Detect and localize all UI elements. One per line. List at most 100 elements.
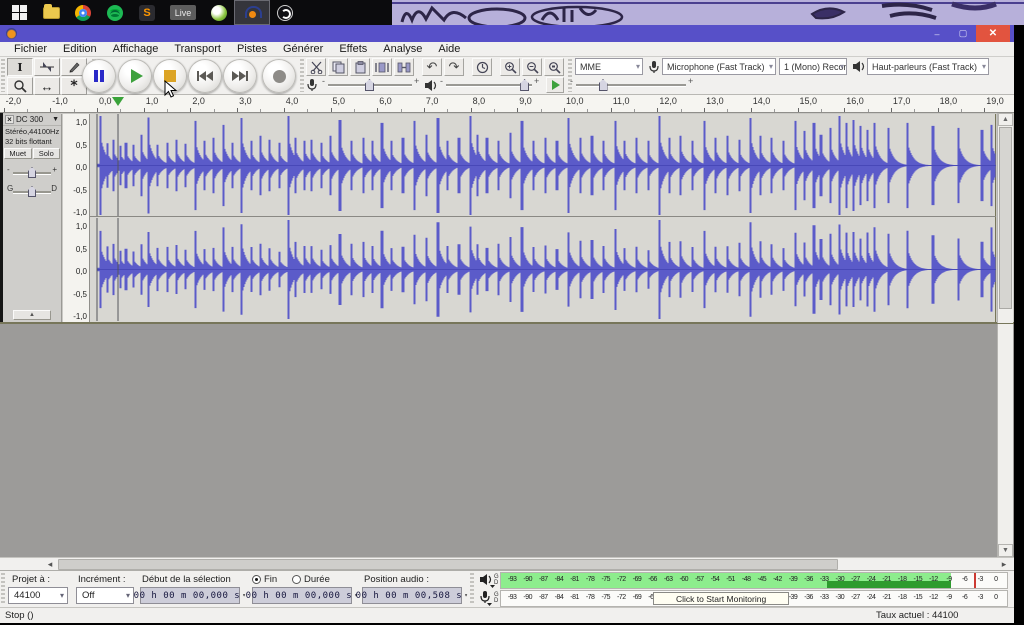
record-button[interactable] (262, 59, 296, 93)
radio-end-dot (252, 575, 261, 584)
snap-dropdown[interactable]: Off▾ (76, 587, 134, 604)
toolbar-zone: I ↔ * (0, 57, 1014, 95)
vertical-scrollbar-lower[interactable]: ▼ (997, 324, 1013, 557)
sync-lock-button[interactable] (472, 58, 492, 76)
paste-button[interactable] (350, 58, 370, 76)
edit-toolbar-grip[interactable] (300, 59, 304, 92)
scroll-down-arrow[interactable]: ▼ (998, 544, 1013, 557)
meter-scale-value: -24 (867, 594, 876, 601)
spotify-icon[interactable] (106, 4, 124, 22)
menu-item-aide[interactable]: Aide (430, 42, 468, 57)
ruler-tick (190, 108, 191, 112)
horizontal-scroll-thumb[interactable] (58, 559, 838, 570)
speed-max-label: + (688, 76, 693, 86)
play-button[interactable] (118, 59, 152, 93)
solo-button[interactable]: Solo (33, 148, 61, 159)
track-menu-caret-icon[interactable]: ▼ (52, 116, 59, 123)
waveform-zone[interactable] (90, 114, 996, 322)
input-device-dropdown[interactable]: Microphone (Fast Track)▾ (662, 58, 776, 75)
trim-audio-button[interactable] (372, 58, 392, 76)
ruler-tick (331, 108, 332, 112)
rewind-button[interactable] (188, 59, 222, 93)
cut-button[interactable] (306, 58, 326, 76)
window-titlebar[interactable]: – ▢ ✕ (0, 25, 1014, 42)
radio-duration[interactable]: Durée (292, 574, 330, 585)
gain-minus-label: - (7, 165, 10, 174)
redo-icon: ↷ (449, 59, 460, 75)
minimize-button[interactable]: – (924, 25, 950, 42)
scroll-right-arrow[interactable]: ▸ (998, 559, 1010, 570)
ruler-label: 9,0 (519, 96, 532, 106)
radio-end[interactable]: Fin (252, 574, 277, 585)
menu-item-affichage[interactable]: Affichage (105, 42, 167, 57)
vertical-scrollbar[interactable]: ▲ (997, 113, 1013, 323)
file-explorer-icon[interactable] (42, 4, 60, 22)
monitoring-tooltip[interactable]: Click to Start Monitoring (653, 592, 790, 605)
waveform-channel-left[interactable] (90, 114, 996, 217)
green-orb-app-icon[interactable] (210, 4, 228, 22)
playhead-triangle[interactable] (112, 97, 124, 106)
selection-start-field[interactable]: 00 h 00 m 00,000 s▾ (140, 587, 240, 604)
audio-position-field[interactable]: 00 h 00 m 00,508 s▾ (362, 587, 462, 604)
ruler-tick (844, 108, 845, 112)
fit-selection-button[interactable] (544, 58, 564, 76)
windows-start-icon[interactable] (10, 4, 28, 22)
scroll-left-arrow[interactable]: ◂ (44, 559, 56, 570)
maximize-button[interactable]: ▢ (950, 25, 976, 42)
scroll-up-arrow[interactable]: ▲ (998, 113, 1013, 126)
zoom-in-button[interactable] (500, 58, 520, 76)
magnifier-icon (13, 79, 27, 93)
menu-item-analyse[interactable]: Analyse (375, 42, 430, 57)
chrome-icon[interactable] (74, 4, 92, 22)
tools-toolbar-grip[interactable] (1, 59, 5, 92)
pan-slider[interactable]: G D (7, 183, 57, 199)
vertical-scroll-thumb[interactable] (999, 127, 1012, 309)
envelope-tool-button[interactable] (34, 58, 60, 76)
horizontal-scrollbar[interactable]: ◂ ▸ (0, 557, 1014, 570)
output-level-meter[interactable]: -93-90-87-84-81-78-75-72-69-66-63-60-57-… (500, 572, 1008, 589)
output-device-dropdown[interactable]: Haut-parleurs (Fast Track)▾ (867, 58, 989, 75)
waveform-channel-right[interactable] (90, 218, 996, 321)
input-volume-slider[interactable] (328, 78, 412, 92)
obs-icon[interactable] (276, 4, 294, 22)
menu-item-effets[interactable]: Effets (331, 42, 375, 57)
input-channels-dropdown[interactable]: 1 (Mono) Recordi▾ (779, 58, 847, 75)
audacity-taskbar-tile[interactable] (234, 0, 270, 25)
project-rate-dropdown[interactable]: 44100▾ (8, 587, 68, 604)
menu-item-pistes[interactable]: Pistes (229, 42, 275, 57)
timeshift-tool-button[interactable]: ↔ (34, 77, 60, 95)
menu-item-générer[interactable]: Générer (275, 42, 331, 57)
copy-button[interactable] (328, 58, 348, 76)
track-collapse-button[interactable]: ▲ (13, 310, 51, 320)
mute-button[interactable]: Muet (4, 148, 32, 159)
ruler-tick (4, 108, 5, 112)
pause-button[interactable] (82, 59, 116, 93)
selection-toolbar-grip[interactable] (1, 573, 5, 605)
undo-button[interactable]: ↶ (422, 58, 442, 76)
play-at-speed-button[interactable] (546, 77, 564, 93)
menu-item-edition[interactable]: Edition (55, 42, 105, 57)
track-close-button[interactable]: × (5, 115, 14, 124)
menu-item-transport[interactable]: Transport (166, 42, 229, 57)
fast-forward-button[interactable] (223, 59, 257, 93)
close-button[interactable]: ✕ (976, 25, 1010, 42)
output-volume-slider[interactable] (446, 78, 532, 92)
track-name[interactable]: DC 300 (16, 115, 50, 124)
ruler-mid-tick (821, 109, 822, 112)
sublime-text-icon[interactable]: S (138, 4, 156, 22)
redo-button[interactable]: ↷ (444, 58, 464, 76)
zoom-out-button[interactable] (522, 58, 542, 76)
ruler-label: 11,0 (613, 96, 630, 106)
silence-audio-button[interactable] (394, 58, 414, 76)
gain-slider[interactable]: - + (7, 164, 57, 180)
input-level-meter[interactable]: -93-90-87-84-81-78-75-72-69-66-63-60-57-… (500, 590, 1008, 607)
timeline-ruler[interactable]: -2,0-1,00,01,02,03,04,05,06,07,08,09,010… (0, 95, 1014, 113)
selection-end-field[interactable]: 00 h 00 m 00,000 s▾ (252, 587, 352, 604)
zoom-tool-button[interactable] (7, 77, 33, 95)
ableton-live-icon[interactable]: Live (170, 5, 196, 20)
meter-toolbar-grip[interactable] (470, 573, 474, 605)
playback-speed-slider[interactable] (576, 78, 686, 92)
menu-item-fichier[interactable]: Fichier (6, 42, 55, 57)
selection-tool-button[interactable]: I (7, 58, 33, 76)
audio-host-dropdown[interactable]: MME▾ (575, 58, 643, 75)
